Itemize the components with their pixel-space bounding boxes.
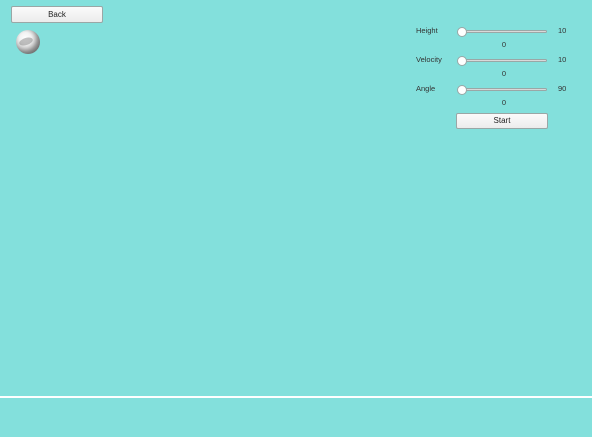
velocity-reading: 0 xyxy=(501,69,507,78)
velocity-value: 10 xyxy=(558,55,567,64)
velocity-slider-thumb[interactable] xyxy=(457,56,467,66)
angle-value: 90 xyxy=(558,84,567,93)
angle-slider-track[interactable] xyxy=(459,88,547,91)
height-value: 10 xyxy=(558,26,567,35)
height-slider-thumb[interactable] xyxy=(457,27,467,37)
height-label: Height xyxy=(416,26,438,35)
back-button[interactable]: Back xyxy=(11,6,103,23)
angle-reading: 0 xyxy=(501,98,507,107)
ball-icon xyxy=(16,30,40,54)
angle-slider-thumb[interactable] xyxy=(457,85,467,95)
velocity-label: Velocity xyxy=(416,55,442,64)
height-slider-track[interactable] xyxy=(459,30,547,33)
height-reading: 0 xyxy=(501,40,507,49)
velocity-slider-track[interactable] xyxy=(459,59,547,62)
angle-label: Angle xyxy=(416,84,436,93)
ground-line xyxy=(0,396,592,398)
start-button[interactable]: Start xyxy=(456,113,548,129)
